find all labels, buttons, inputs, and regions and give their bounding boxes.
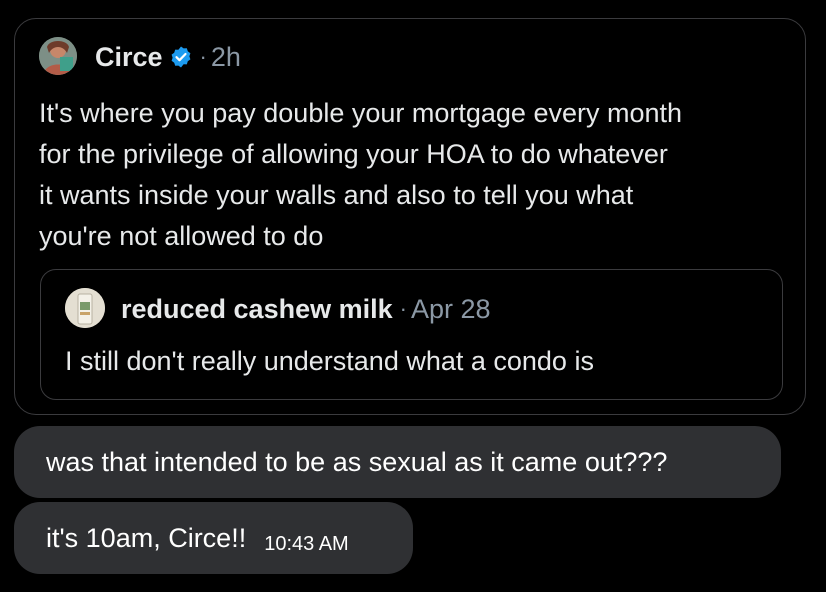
quote-author-avatar[interactable] bbox=[65, 288, 105, 328]
quote-author-name[interactable]: reduced cashew milk bbox=[121, 294, 393, 325]
tweet-text-line: it wants inside your walls and also to t… bbox=[39, 180, 634, 210]
quote-text: I still don't really understand what a c… bbox=[65, 346, 594, 376]
quote-date[interactable]: Apr 28 bbox=[411, 294, 491, 325]
tweet-timestamp[interactable]: 2h bbox=[211, 42, 241, 73]
message-text: was that intended to be as sexual as it … bbox=[46, 446, 668, 477]
separator-dot: · bbox=[399, 296, 407, 321]
message-bubble[interactable]: was that intended to be as sexual as it … bbox=[14, 426, 781, 498]
quote-header: reduced cashew milk · Apr 28 bbox=[121, 292, 491, 326]
tweet-body: It's where you pay double your mortgage … bbox=[39, 93, 789, 257]
tweet-text-line: It's where you pay double your mortgage … bbox=[39, 98, 683, 128]
tweet-text-line: for the privilege of allowing your HOA t… bbox=[39, 139, 668, 169]
author-name[interactable]: Circe bbox=[95, 42, 163, 73]
verified-badge-icon bbox=[169, 45, 193, 69]
quoted-tweet-card[interactable]: reduced cashew milk · Apr 28 I still don… bbox=[40, 269, 783, 400]
separator-dot: · bbox=[199, 44, 207, 69]
message-text: it's 10am, Circe!! bbox=[46, 522, 247, 553]
tweet-header: Circe · 2h bbox=[95, 41, 241, 73]
message-bubble[interactable]: it's 10am, Circe!! 10:43 AM bbox=[14, 502, 413, 574]
message-timestamp: 10:43 AM bbox=[264, 532, 349, 555]
shared-tweet-card[interactable]: Circe · 2h It's where you pay double you… bbox=[14, 18, 806, 415]
tweet-text-line: you're not allowed to do bbox=[39, 221, 324, 251]
author-avatar[interactable] bbox=[39, 37, 77, 75]
